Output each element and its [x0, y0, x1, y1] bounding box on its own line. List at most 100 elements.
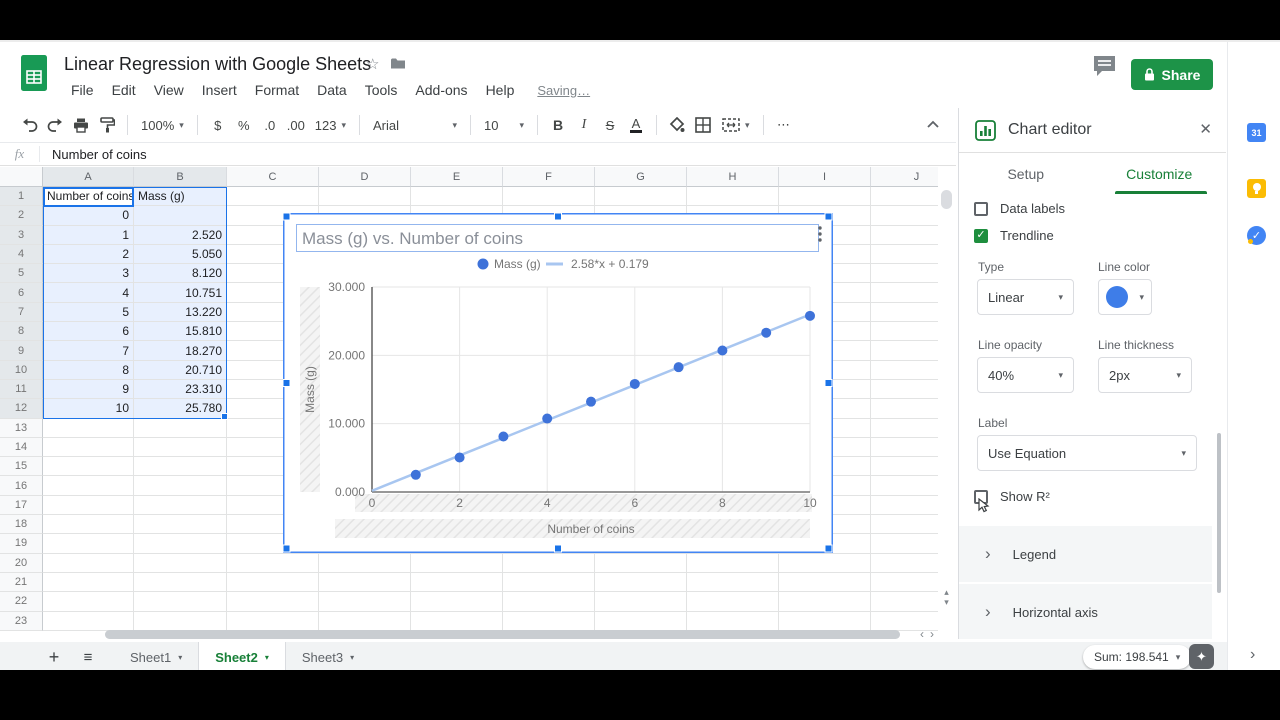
- cell-A23[interactable]: [43, 611, 134, 631]
- cell-E20[interactable]: [411, 553, 503, 573]
- paint-format-icon[interactable]: [94, 112, 120, 138]
- decrease-decimal-button[interactable]: .0: [257, 112, 283, 138]
- cell-B20[interactable]: [134, 553, 227, 573]
- embedded-chart[interactable]: 0.000 10.000 20.000 30.000 0 2 4 6 8 10 Mass (g) Nu…: [282, 212, 833, 553]
- font-size-select[interactable]: 10 ▾: [478, 118, 530, 133]
- row-header-20[interactable]: 20: [0, 553, 43, 573]
- cell-F20[interactable]: [503, 553, 595, 573]
- cell-G21[interactable]: [595, 572, 687, 593]
- panel-scrollbar[interactable]: [1217, 433, 1221, 593]
- cell-C23[interactable]: [227, 611, 319, 631]
- cell-H20[interactable]: [687, 553, 779, 573]
- cell-B19[interactable]: [134, 534, 227, 554]
- cell-A18[interactable]: [43, 515, 134, 535]
- undo-icon[interactable]: [16, 112, 42, 138]
- calendar-icon[interactable]: 31: [1247, 123, 1266, 142]
- tab-setup[interactable]: Setup: [959, 154, 1093, 194]
- increase-decimal-button[interactable]: .00: [283, 112, 309, 138]
- document-title[interactable]: Linear Regression with Google Sheets: [64, 54, 371, 75]
- cell-G1[interactable]: [595, 187, 687, 207]
- borders-icon[interactable]: [690, 112, 716, 138]
- row-header-12[interactable]: 12: [0, 399, 43, 419]
- cell-B17[interactable]: [134, 495, 227, 516]
- sheet-tab-1[interactable]: Sheet1 ▾: [114, 642, 198, 670]
- menu-insert[interactable]: Insert: [193, 80, 246, 100]
- cell-F22[interactable]: [503, 592, 595, 612]
- cell-B13[interactable]: [134, 418, 227, 438]
- cell-A19[interactable]: [43, 534, 134, 554]
- menu-help[interactable]: Help: [477, 80, 524, 100]
- cell-A20[interactable]: [43, 553, 134, 573]
- column-header-B[interactable]: B: [134, 167, 227, 187]
- cell-J3[interactable]: [871, 225, 938, 245]
- data-labels-row[interactable]: Data labels: [974, 201, 1065, 216]
- menu-tools[interactable]: Tools: [356, 80, 407, 100]
- zoom-select[interactable]: 100% ▾: [135, 118, 190, 133]
- column-header-C[interactable]: C: [227, 167, 319, 187]
- redo-icon[interactable]: [42, 112, 68, 138]
- collapse-side-panel-icon[interactable]: ›: [1250, 646, 1255, 664]
- cell-J22[interactable]: [871, 592, 938, 612]
- horizontal-scrollbar[interactable]: [105, 630, 900, 639]
- cell-A21[interactable]: [43, 572, 134, 593]
- cell-J8[interactable]: [871, 322, 938, 342]
- cell-E23[interactable]: [411, 611, 503, 631]
- vertical-scrollbar[interactable]: [941, 190, 952, 209]
- cell-J15[interactable]: [871, 457, 938, 477]
- formula-bar[interactable]: fx Number of coins: [0, 142, 956, 166]
- trendline-label-select[interactable]: Use Equation ▾: [977, 435, 1197, 471]
- cell-A15[interactable]: [43, 457, 134, 477]
- cell-J9[interactable]: [871, 341, 938, 361]
- merge-cells-select[interactable]: ▾: [716, 118, 756, 132]
- hide-menus-icon[interactable]: [926, 116, 940, 134]
- cell-B16[interactable]: [134, 476, 227, 496]
- sheet-tab-2-active[interactable]: Sheet2 ▾: [198, 642, 286, 670]
- saving-status[interactable]: Saving…: [537, 83, 590, 98]
- row-header-11[interactable]: 11: [0, 379, 43, 400]
- cell-G22[interactable]: [595, 592, 687, 612]
- all-sheets-icon[interactable]: ≡: [76, 649, 100, 666]
- row-header-13[interactable]: 13: [0, 418, 43, 438]
- sheet-tab-3[interactable]: Sheet3 ▾: [286, 642, 370, 670]
- cell-J1[interactable]: [871, 187, 938, 207]
- cell-J17[interactable]: [871, 495, 938, 516]
- row-header-8[interactable]: 8: [0, 322, 43, 342]
- cell-J19[interactable]: [871, 534, 938, 554]
- cell-E21[interactable]: [411, 572, 503, 593]
- cell-J2[interactable]: [871, 206, 938, 226]
- cell-C22[interactable]: [227, 592, 319, 612]
- explore-button[interactable]: ✦: [1189, 644, 1214, 669]
- cell-C21[interactable]: [227, 572, 319, 593]
- horizontal-scroll-arrows[interactable]: ‹›: [920, 627, 940, 641]
- menu-view[interactable]: View: [145, 80, 193, 100]
- cell-D1[interactable]: [319, 187, 411, 207]
- row-header-2[interactable]: 2: [0, 206, 43, 226]
- add-sheet-button[interactable]: +: [42, 647, 66, 668]
- fill-handle[interactable]: [221, 413, 228, 420]
- menu-file[interactable]: File: [62, 80, 103, 100]
- font-family-select[interactable]: Arial ▾: [367, 118, 463, 133]
- cell-D21[interactable]: [319, 572, 411, 593]
- cell-B21[interactable]: [134, 572, 227, 593]
- cell-J6[interactable]: [871, 283, 938, 303]
- vertical-scroll-arrows[interactable]: ▴ ▾: [941, 587, 952, 607]
- row-header-14[interactable]: 14: [0, 437, 43, 458]
- cell-J21[interactable]: [871, 572, 938, 593]
- cell-J16[interactable]: [871, 476, 938, 496]
- column-header-H[interactable]: H: [687, 167, 779, 187]
- row-header-17[interactable]: 17: [0, 495, 43, 516]
- cell-J13[interactable]: [871, 418, 938, 438]
- column-header-E[interactable]: E: [411, 167, 503, 187]
- cell-A16[interactable]: [43, 476, 134, 496]
- cell-G23[interactable]: [595, 611, 687, 631]
- cell-E22[interactable]: [411, 592, 503, 612]
- cell-B14[interactable]: [134, 437, 227, 458]
- cell-E1[interactable]: [411, 187, 503, 207]
- cell-J7[interactable]: [871, 302, 938, 323]
- cell-I22[interactable]: [779, 592, 871, 612]
- cell-D20[interactable]: [319, 553, 411, 573]
- cell-I23[interactable]: [779, 611, 871, 631]
- row-header-23[interactable]: 23: [0, 611, 43, 631]
- cell-D23[interactable]: [319, 611, 411, 631]
- cell-G20[interactable]: [595, 553, 687, 573]
